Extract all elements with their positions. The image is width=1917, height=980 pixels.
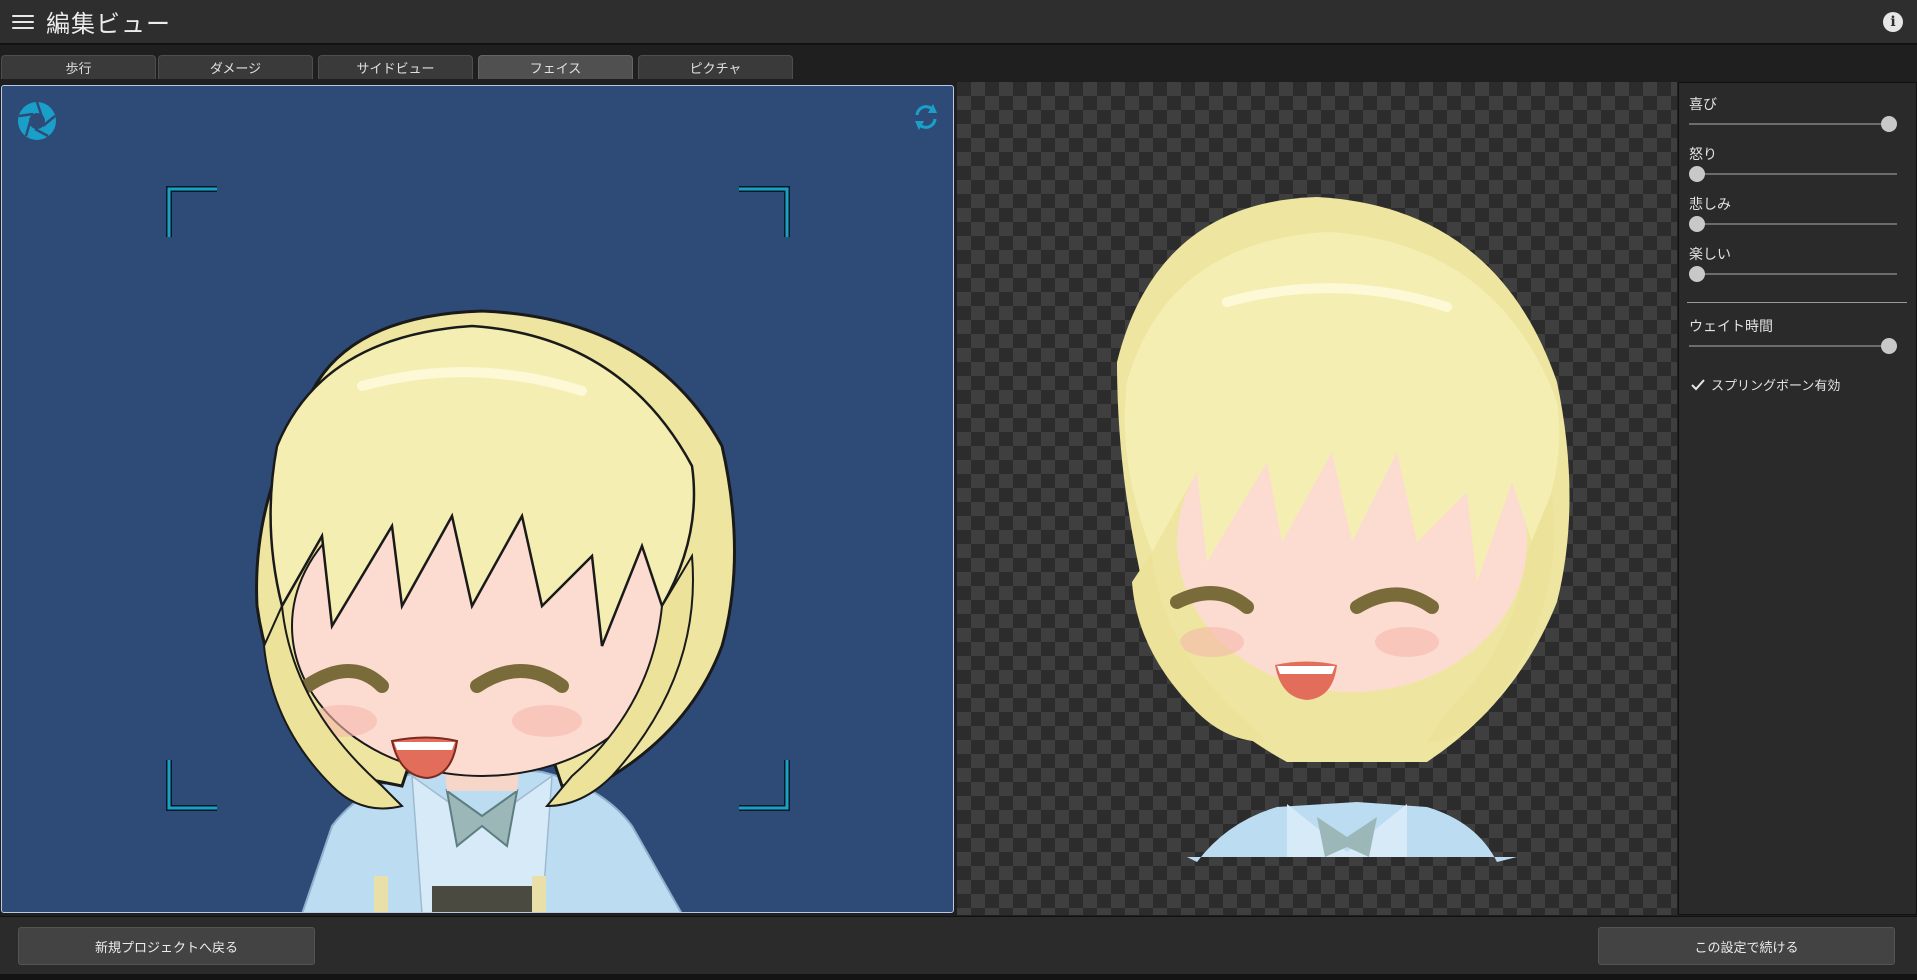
camera-shutter-icon[interactable] xyxy=(16,100,58,142)
slider-thumb-anger[interactable] xyxy=(1689,166,1705,182)
tab-walk[interactable]: 歩行 xyxy=(1,55,156,79)
tab-face[interactable]: フェイス xyxy=(478,55,633,79)
crop-corner-top-left xyxy=(166,186,220,240)
slider-label-sadness: 悲しみ xyxy=(1689,197,1731,213)
edit-view-window: 編集ビュー i 歩行 ダメージ サイドビュー フェイス ピクチャ 喜び 怒り 悲… xyxy=(0,0,1917,980)
page-title: 編集ビュー xyxy=(46,10,171,38)
slider-label-fun: 楽しい xyxy=(1689,247,1731,263)
tab-picture[interactable]: ピクチャ xyxy=(638,55,793,79)
spring-bone-label: スプリングボーン有効 xyxy=(1711,379,1841,394)
footer-bar: 新規プロジェクトへ戻る この設定で続ける xyxy=(0,916,1917,974)
checkmark-icon[interactable] xyxy=(1689,376,1707,394)
face-preview xyxy=(957,82,1677,915)
bottom-border xyxy=(0,974,1917,980)
slider-label-joy: 喜び xyxy=(1689,97,1717,113)
slider-track-sadness[interactable] xyxy=(1689,216,1897,232)
slider-fun: 楽しい xyxy=(1689,245,1907,282)
edit-viewport[interactable] xyxy=(1,85,954,913)
slider-thumb-fun[interactable] xyxy=(1689,266,1705,282)
crop-corner-bottom-right xyxy=(736,757,790,811)
app-header: 編集ビュー i xyxy=(0,0,1917,45)
panel-divider xyxy=(1687,302,1907,303)
spring-bone-checkbox[interactable]: スプリングボーン有効 xyxy=(1689,375,1840,394)
slider-track-joy[interactable] xyxy=(1689,116,1897,132)
slider-thumb-joy[interactable] xyxy=(1881,116,1897,132)
slider-thumb-sadness[interactable] xyxy=(1689,216,1705,232)
character-3d-model[interactable] xyxy=(2,86,954,913)
expression-settings-panel: 喜び 怒り 悲しみ 楽しい ウェイト時間 スプリングボーン有効 xyxy=(1678,82,1917,915)
slider-track-fun[interactable] xyxy=(1689,266,1897,282)
slider-thumb-wait-time[interactable] xyxy=(1881,338,1897,354)
slider-sadness: 悲しみ xyxy=(1689,195,1907,232)
slider-track-anger[interactable] xyxy=(1689,166,1897,182)
character-face-preview xyxy=(1117,197,1570,862)
slider-track-wait-time[interactable] xyxy=(1689,338,1897,354)
back-to-new-project-button[interactable]: 新規プロジェクトへ戻る xyxy=(18,927,315,965)
crop-corner-bottom-left xyxy=(166,757,220,811)
slider-label-anger: 怒り xyxy=(1689,147,1717,163)
refresh-icon[interactable] xyxy=(911,102,941,132)
info-icon[interactable]: i xyxy=(1883,12,1903,32)
slider-anger: 怒り xyxy=(1689,145,1907,182)
slider-label-wait-time: ウェイト時間 xyxy=(1689,319,1773,335)
tab-side-view[interactable]: サイドビュー xyxy=(318,55,473,79)
tab-damage[interactable]: ダメージ xyxy=(158,55,313,79)
continue-with-settings-button[interactable]: この設定で続ける xyxy=(1598,927,1895,965)
tab-bar: 歩行 ダメージ サイドビュー フェイス ピクチャ xyxy=(0,47,1917,79)
slider-joy: 喜び xyxy=(1689,95,1907,132)
crop-corner-top-right xyxy=(736,186,790,240)
hamburger-menu-icon[interactable] xyxy=(12,13,34,31)
slider-wait-time: ウェイト時間 xyxy=(1689,317,1907,354)
